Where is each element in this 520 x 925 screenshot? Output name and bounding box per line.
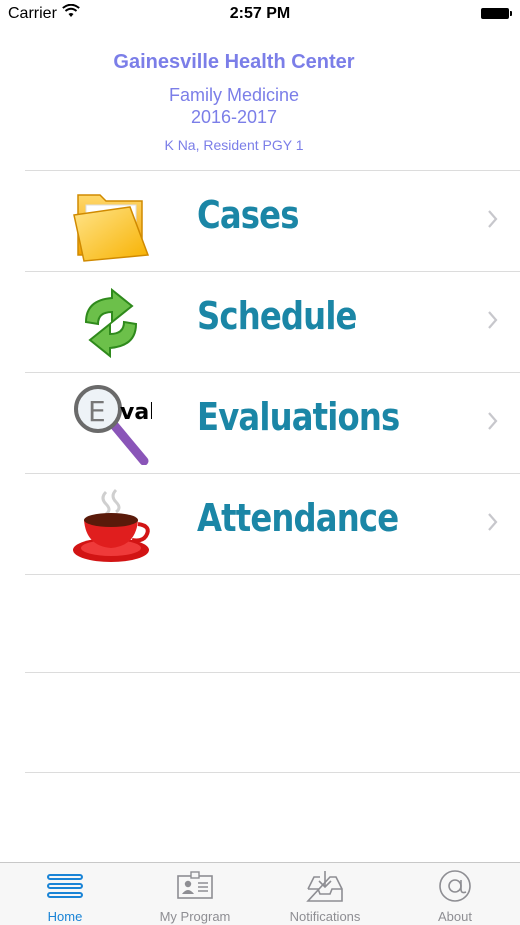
empty-row-separator — [25, 772, 520, 773]
tab-home[interactable]: Home — [0, 863, 130, 925]
empty-row-separator — [25, 672, 520, 673]
sync-arrows-icon — [84, 287, 138, 359]
folder-icon — [73, 194, 150, 262]
chevron-right-icon — [488, 311, 498, 329]
status-time: 2:57 PM — [229, 5, 291, 22]
chevron-right-icon — [488, 210, 498, 228]
menu-item-label: Cases — [197, 193, 299, 237]
chevron-right-icon — [488, 412, 498, 430]
inbox-download-icon — [306, 871, 343, 902]
magnifier-eval-icon: E val — [74, 385, 152, 465]
chevron-right-icon — [488, 513, 498, 531]
tab-about[interactable]: About — [390, 863, 520, 925]
tab-label: Home — [47, 909, 83, 924]
status-bar: Carrier 2:57 PM — [0, 0, 520, 28]
header: Gainesville Health Center Family Medicin… — [0, 40, 468, 154]
center-name: Gainesville Health Center — [113, 51, 355, 73]
svg-text:val: val — [120, 400, 152, 425]
tab-my-program[interactable]: My Program — [130, 863, 260, 925]
tab-notifications[interactable]: Notifications — [260, 863, 390, 925]
at-sign-icon — [439, 870, 471, 902]
coffee-cup-icon — [73, 488, 150, 562]
id-card-icon — [177, 871, 213, 899]
resident-info: K Na, Resident PGY 1 — [164, 137, 304, 153]
menu-item-evaluations[interactable]: E val Evaluations — [25, 372, 520, 473]
battery-icon — [481, 8, 512, 19]
menu-lines-icon — [47, 874, 83, 898]
menu-item-label: Evaluations — [197, 395, 400, 439]
tab-label: My Program — [159, 909, 231, 924]
main-menu: Cases Schedule E val Evaluations — [25, 170, 520, 575]
menu-item-label: Attendance — [197, 496, 399, 540]
tab-label: Notifications — [289, 909, 361, 924]
menu-item-attendance[interactable]: Attendance — [25, 473, 520, 575]
program-name: Family Medicine — [168, 85, 300, 105]
svg-text:E: E — [88, 395, 106, 428]
program-year: 2016-2017 — [190, 107, 278, 127]
menu-item-schedule[interactable]: Schedule — [25, 271, 520, 372]
tab-bar: Home My Program Notifications About — [0, 862, 520, 925]
tab-label: About — [438, 909, 472, 924]
menu-item-cases[interactable]: Cases — [25, 170, 520, 271]
menu-item-label: Schedule — [197, 294, 357, 338]
